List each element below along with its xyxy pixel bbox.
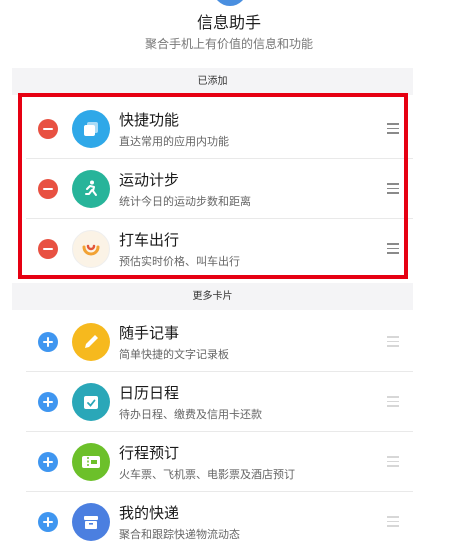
more-card-notes[interactable]: 随手记事 简单快捷的文字记录板 — [26, 312, 413, 372]
more-card-express-delivery[interactable]: 我的快递 聚合和跟踪快递物流动态 — [26, 492, 413, 550]
card-title: 日历日程 — [119, 384, 180, 402]
add-button[interactable] — [38, 332, 58, 352]
card-description: 简单快捷的文字记录板 — [119, 348, 229, 361]
running-person-icon — [72, 170, 110, 208]
more-section-label: 更多卡片 — [12, 283, 413, 310]
added-section-label: 已添加 — [12, 68, 413, 95]
added-card-shortcuts[interactable]: 快捷功能 直达常用的应用内功能 — [26, 99, 413, 159]
remove-button[interactable] — [38, 119, 58, 139]
card-description: 聚合和跟踪快递物流动态 — [119, 528, 240, 541]
drag-handle-icon[interactable] — [387, 123, 399, 135]
calendar-check-icon — [72, 383, 110, 421]
pencil-icon — [72, 323, 110, 361]
package-box-icon — [72, 503, 110, 541]
add-button[interactable] — [38, 512, 58, 532]
shortcut-cards-icon — [72, 110, 110, 148]
added-card-list: 快捷功能 直达常用的应用内功能 运动计步 统计今日的运动步数和距离 打车出行 预… — [26, 99, 413, 279]
card-description: 待办日程、缴费及信用卡还款 — [119, 408, 262, 421]
more-card-calendar[interactable]: 日历日程 待办日程、缴费及信用卡还款 — [26, 372, 413, 432]
ticket-icon — [72, 443, 110, 481]
card-title: 行程预订 — [119, 444, 180, 462]
drag-handle-icon[interactable] — [387, 456, 399, 468]
add-button[interactable] — [38, 392, 58, 412]
more-card-travel-booking[interactable]: 行程预订 火车票、飞机票、电影票及酒店预订 — [26, 432, 413, 492]
didi-logo-icon — [72, 230, 110, 268]
minus-icon — [43, 248, 53, 250]
card-title: 运动计步 — [119, 171, 180, 189]
card-description: 统计今日的运动步数和距离 — [119, 195, 251, 208]
app-logo — [213, 0, 247, 6]
card-description: 火车票、飞机票、电影票及酒店预订 — [119, 468, 295, 481]
more-card-list: 随手记事 简单快捷的文字记录板 日历日程 待办日程、缴费及信用卡还款 行程预订 … — [26, 312, 413, 550]
drag-handle-icon[interactable] — [387, 516, 399, 528]
card-title: 快捷功能 — [119, 111, 180, 129]
info-assistant-page: 信息助手 聚合手机上有价值的信息和功能 已添加 快捷功能 直达常用的应用内功能 … — [0, 0, 458, 550]
card-description: 预估实时价格、叫车出行 — [119, 255, 240, 268]
drag-handle-icon[interactable] — [387, 243, 399, 255]
page-title: 信息助手 — [196, 13, 261, 32]
add-button[interactable] — [38, 452, 58, 472]
remove-button[interactable] — [38, 239, 58, 259]
added-card-step-counter[interactable]: 运动计步 统计今日的运动步数和距离 — [26, 159, 413, 219]
minus-icon — [43, 128, 53, 130]
drag-handle-icon[interactable] — [387, 396, 399, 408]
card-title: 打车出行 — [119, 231, 180, 249]
card-description: 直达常用的应用内功能 — [119, 135, 229, 148]
card-title: 我的快递 — [119, 504, 180, 522]
card-title: 随手记事 — [119, 324, 180, 342]
drag-handle-icon[interactable] — [387, 336, 399, 348]
minus-icon — [43, 188, 53, 190]
added-card-ride-hailing[interactable]: 打车出行 预估实时价格、叫车出行 — [26, 219, 413, 279]
drag-handle-icon[interactable] — [387, 183, 399, 195]
remove-button[interactable] — [38, 179, 58, 199]
page-subtitle: 聚合手机上有价值的信息和功能 — [144, 37, 313, 51]
